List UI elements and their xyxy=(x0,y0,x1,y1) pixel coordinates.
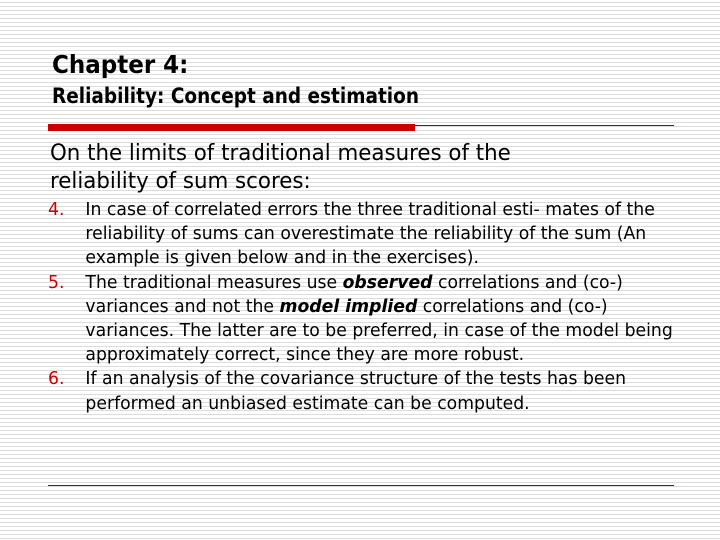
emphasis-observed: observed xyxy=(342,272,433,293)
list-item: 4. In case of correlated errors the thre… xyxy=(48,198,678,271)
text-segment: The traditional measures use xyxy=(85,272,343,293)
list-item: 5. The traditional measures use observed… xyxy=(48,271,678,368)
list-item: 6. If an analysis of the covariance stru… xyxy=(48,367,678,415)
title-divider-accent xyxy=(48,124,415,131)
title-divider-line xyxy=(415,125,674,126)
list-item-text: The traditional measures use observed co… xyxy=(85,273,672,366)
slide-subtitle: Reliability: Concept and estimation xyxy=(52,84,419,108)
list-number: 6. xyxy=(48,369,65,390)
list-item-text: In case of correlated errors the three t… xyxy=(85,200,655,269)
list-item-text: If an analysis of the covariance structu… xyxy=(85,369,627,414)
numbered-list: 4. In case of correlated errors the thre… xyxy=(48,198,688,416)
bottom-divider-line xyxy=(48,485,674,486)
list-number: 4. xyxy=(48,200,65,220)
list-number: 5. xyxy=(48,272,65,293)
emphasis-model-implied: model implied xyxy=(279,296,418,317)
slide-title: Chapter 4: xyxy=(52,50,189,79)
intro-text: On the limits of traditional measures of… xyxy=(50,141,511,194)
